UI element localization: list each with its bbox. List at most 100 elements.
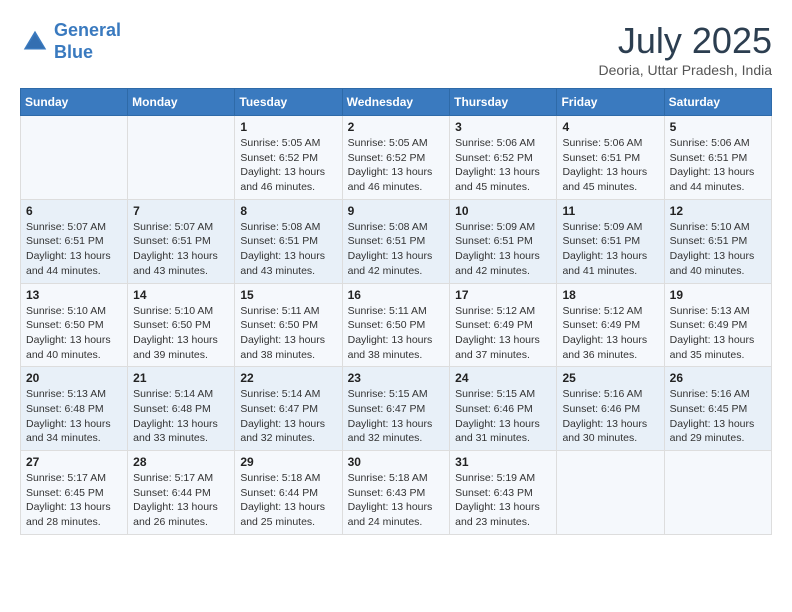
title-area: July 2025 Deoria, Uttar Pradesh, India: [598, 20, 772, 78]
calendar-cell: 19Sunrise: 5:13 AM Sunset: 6:49 PM Dayli…: [664, 283, 771, 367]
day-info: Sunrise: 5:10 AM Sunset: 6:51 PM Dayligh…: [670, 220, 766, 279]
calendar-cell: 6 Sunrise: 5:07 AM Sunset: 6:51 PM Daylig…: [21, 199, 128, 283]
day-number: 7: [133, 204, 229, 218]
calendar-cell: [128, 116, 235, 200]
calendar-cell: 25 Sunrise: 5:16 AM Sunset: 6:46 PM Dayli…: [557, 367, 664, 451]
weekday-header-wednesday: Wednesday: [342, 89, 450, 116]
calendar-cell: 2 Sunrise: 5:05 AM Sunset: 6:52 PM Daylig…: [342, 116, 450, 200]
day-info: Sunrise: 5:06 AM Sunset: 6:51 PM Dayligh…: [670, 136, 766, 195]
day-number: 20: [26, 371, 122, 385]
calendar-cell: 18 Sunrise: 5:12 AM Sunset: 6:49 PM Dayli…: [557, 283, 664, 367]
calendar-cell: 12 Sunrise: 5:10 AM Sunset: 6:51 PM Dayli…: [664, 199, 771, 283]
day-info: Sunrise: 5:05 AM Sunset: 6:52 PM Dayligh…: [348, 136, 445, 195]
day-number: 1: [240, 120, 336, 134]
calendar-cell: 9 Sunrise: 5:08 AM Sunset: 6:51 PM Daylig…: [342, 199, 450, 283]
calendar-cell: 29 Sunrise: 5:18 AM Sunset: 6:44 PM Dayli…: [235, 451, 342, 535]
day-number: 6: [26, 204, 122, 218]
calendar-cell: 16Sunrise: 5:11 AM Sunset: 6:50 PM Dayli…: [342, 283, 450, 367]
calendar-cell: 24Sunrise: 5:15 AM Sunset: 6:46 PM Dayli…: [450, 367, 557, 451]
day-number: 2: [348, 120, 445, 134]
day-info: Sunrise: 5:18 AM Sunset: 6:44 PM Dayligh…: [240, 471, 336, 530]
month-year-title: July 2025: [598, 20, 772, 62]
day-number: 9: [348, 204, 445, 218]
day-info: Sunrise: 5:16 AM Sunset: 6:46 PM Dayligh…: [562, 387, 658, 446]
day-info: Sunrise: 5:06 AM Sunset: 6:51 PM Dayligh…: [562, 136, 658, 195]
day-number: 18: [562, 288, 658, 302]
calendar-cell: 20 Sunrise: 5:13 AM Sunset: 6:48 PM Dayli…: [21, 367, 128, 451]
calendar-cell: [21, 116, 128, 200]
day-info: Sunrise: 5:12 AM Sunset: 6:49 PM Dayligh…: [455, 304, 551, 363]
weekday-header-tuesday: Tuesday: [235, 89, 342, 116]
day-info: Sunrise: 5:11 AM Sunset: 6:50 PM Dayligh…: [348, 304, 445, 363]
day-info: Sunrise: 5:10 AM Sunset: 6:50 PM Dayligh…: [133, 304, 229, 363]
calendar-cell: 31 Sunrise: 5:19 AM Sunset: 6:43 PM Dayli…: [450, 451, 557, 535]
calendar-cell: 26 Sunrise: 5:16 AM Sunset: 6:45 PM Dayli…: [664, 367, 771, 451]
day-info: Sunrise: 5:10 AM Sunset: 6:50 PM Dayligh…: [26, 304, 122, 363]
calendar-week-row: 20 Sunrise: 5:13 AM Sunset: 6:48 PM Dayli…: [21, 367, 772, 451]
calendar-cell: 8 Sunrise: 5:08 AM Sunset: 6:51 PM Daylig…: [235, 199, 342, 283]
day-number: 23: [348, 371, 445, 385]
weekday-header-friday: Friday: [557, 89, 664, 116]
day-info: Sunrise: 5:07 AM Sunset: 6:51 PM Dayligh…: [133, 220, 229, 279]
calendar-week-row: 1 Sunrise: 5:05 AM Sunset: 6:52 PM Daylig…: [21, 116, 772, 200]
day-info: Sunrise: 5:18 AM Sunset: 6:43 PM Dayligh…: [348, 471, 445, 530]
day-info: Sunrise: 5:09 AM Sunset: 6:51 PM Dayligh…: [455, 220, 551, 279]
day-number: 30: [348, 455, 445, 469]
day-info: Sunrise: 5:19 AM Sunset: 6:43 PM Dayligh…: [455, 471, 551, 530]
weekday-header-sunday: Sunday: [21, 89, 128, 116]
day-info: Sunrise: 5:12 AM Sunset: 6:49 PM Dayligh…: [562, 304, 658, 363]
day-info: Sunrise: 5:13 AM Sunset: 6:49 PM Dayligh…: [670, 304, 766, 363]
calendar-cell: 1 Sunrise: 5:05 AM Sunset: 6:52 PM Daylig…: [235, 116, 342, 200]
calendar-cell: 3 Sunrise: 5:06 AM Sunset: 6:52 PM Daylig…: [450, 116, 557, 200]
calendar-week-row: 27Sunrise: 5:17 AM Sunset: 6:45 PM Dayli…: [21, 451, 772, 535]
day-info: Sunrise: 5:08 AM Sunset: 6:51 PM Dayligh…: [240, 220, 336, 279]
logo-icon: [20, 27, 50, 57]
day-number: 3: [455, 120, 551, 134]
calendar-cell: 27Sunrise: 5:17 AM Sunset: 6:45 PM Dayli…: [21, 451, 128, 535]
day-number: 21: [133, 371, 229, 385]
day-info: Sunrise: 5:16 AM Sunset: 6:45 PM Dayligh…: [670, 387, 766, 446]
day-info: Sunrise: 5:06 AM Sunset: 6:52 PM Dayligh…: [455, 136, 551, 195]
weekday-header-thursday: Thursday: [450, 89, 557, 116]
day-number: 27: [26, 455, 122, 469]
day-info: Sunrise: 5:07 AM Sunset: 6:51 PM Dayligh…: [26, 220, 122, 279]
calendar-cell: 14Sunrise: 5:10 AM Sunset: 6:50 PM Dayli…: [128, 283, 235, 367]
day-number: 5: [670, 120, 766, 134]
day-info: Sunrise: 5:13 AM Sunset: 6:48 PM Dayligh…: [26, 387, 122, 446]
day-number: 29: [240, 455, 336, 469]
day-number: 11: [562, 204, 658, 218]
day-number: 13: [26, 288, 122, 302]
day-info: Sunrise: 5:08 AM Sunset: 6:51 PM Dayligh…: [348, 220, 445, 279]
calendar-table: SundayMondayTuesdayWednesdayThursdayFrid…: [20, 88, 772, 535]
day-info: Sunrise: 5:09 AM Sunset: 6:51 PM Dayligh…: [562, 220, 658, 279]
calendar-cell: 17 Sunrise: 5:12 AM Sunset: 6:49 PM Dayli…: [450, 283, 557, 367]
location-subtitle: Deoria, Uttar Pradesh, India: [598, 62, 772, 78]
day-number: 17: [455, 288, 551, 302]
calendar-cell: 11 Sunrise: 5:09 AM Sunset: 6:51 PM Dayli…: [557, 199, 664, 283]
day-number: 15: [240, 288, 336, 302]
day-number: 8: [240, 204, 336, 218]
calendar-cell: 5 Sunrise: 5:06 AM Sunset: 6:51 PM Daylig…: [664, 116, 771, 200]
calendar-cell: [664, 451, 771, 535]
day-info: Sunrise: 5:17 AM Sunset: 6:44 PM Dayligh…: [133, 471, 229, 530]
day-info: Sunrise: 5:15 AM Sunset: 6:46 PM Dayligh…: [455, 387, 551, 446]
calendar-cell: 10Sunrise: 5:09 AM Sunset: 6:51 PM Dayli…: [450, 199, 557, 283]
day-number: 31: [455, 455, 551, 469]
day-number: 25: [562, 371, 658, 385]
day-number: 4: [562, 120, 658, 134]
calendar-cell: 15 Sunrise: 5:11 AM Sunset: 6:50 PM Dayli…: [235, 283, 342, 367]
calendar-week-row: 13 Sunrise: 5:10 AM Sunset: 6:50 PM Dayli…: [21, 283, 772, 367]
day-number: 26: [670, 371, 766, 385]
calendar-cell: 28Sunrise: 5:17 AM Sunset: 6:44 PM Dayli…: [128, 451, 235, 535]
weekday-header-monday: Monday: [128, 89, 235, 116]
calendar-cell: 4 Sunrise: 5:06 AM Sunset: 6:51 PM Daylig…: [557, 116, 664, 200]
calendar-week-row: 6 Sunrise: 5:07 AM Sunset: 6:51 PM Daylig…: [21, 199, 772, 283]
day-info: Sunrise: 5:05 AM Sunset: 6:52 PM Dayligh…: [240, 136, 336, 195]
day-info: Sunrise: 5:15 AM Sunset: 6:47 PM Dayligh…: [348, 387, 445, 446]
day-info: Sunrise: 5:11 AM Sunset: 6:50 PM Dayligh…: [240, 304, 336, 363]
calendar-cell: 23 Sunrise: 5:15 AM Sunset: 6:47 PM Dayli…: [342, 367, 450, 451]
calendar-cell: 30 Sunrise: 5:18 AM Sunset: 6:43 PM Dayli…: [342, 451, 450, 535]
calendar-cell: 22Sunrise: 5:14 AM Sunset: 6:47 PM Dayli…: [235, 367, 342, 451]
day-number: 12: [670, 204, 766, 218]
day-number: 22: [240, 371, 336, 385]
